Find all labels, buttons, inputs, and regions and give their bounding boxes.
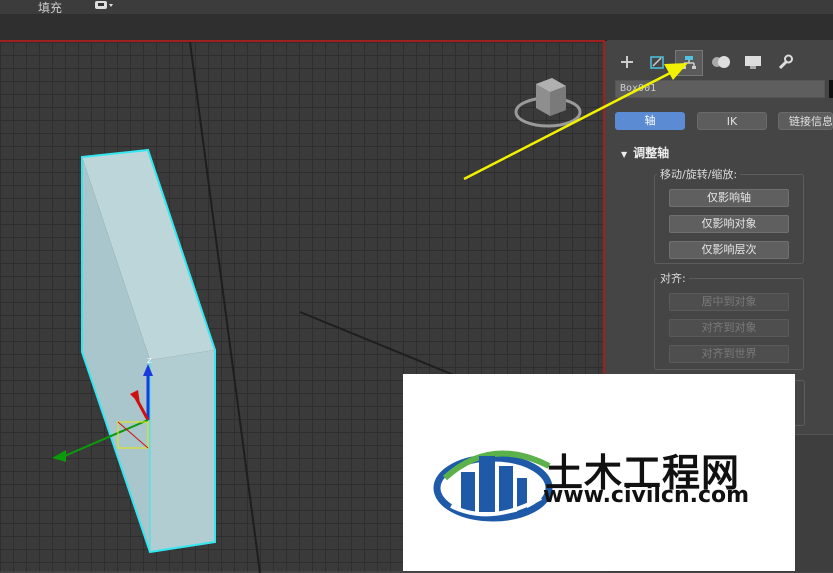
wrench-icon [777,54,793,73]
tab-motion[interactable] [707,50,735,76]
top-toolbar: 填充 [0,0,833,15]
plus-icon [619,54,635,73]
move-group-label: 移动/旋转/缩放: [657,166,741,182]
hierarchy-icon [681,54,697,73]
watermark-url: www.civilcn.com [543,483,750,508]
align-to-world-button[interactable]: 对齐到世界 [669,345,789,363]
watermark-overlay: 土木工程网 www.civilcn.com [403,374,795,571]
tab-utilities[interactable] [771,50,799,76]
motion-icon [711,54,731,73]
rollout-title: 调整轴 [633,146,670,160]
display-icon [744,54,762,73]
ik-button[interactable]: IK [697,112,767,130]
object-color-swatch[interactable] [829,80,833,98]
object-name-field[interactable]: Box001 [615,80,825,98]
viewcube[interactable] [514,78,582,128]
toolbar-strip [0,14,833,41]
tab-modify[interactable] [643,50,671,76]
tab-hierarchy[interactable] [675,50,703,76]
fill-dropdown[interactable] [93,0,115,11]
modify-icon [649,54,665,73]
align-group-label: 对齐: [657,270,689,286]
affect-hierarchy-only-button[interactable]: 仅影响层次 [669,241,789,259]
adjust-pivot-rollout-header[interactable]: ▼ 调整轴 [621,144,669,161]
tab-create[interactable] [613,50,641,76]
affect-pivot-only-button[interactable]: 仅影响轴 [669,189,789,207]
center-to-object-button[interactable]: 居中到对象 [669,293,789,311]
align-to-object-button[interactable]: 对齐到对象 [669,319,789,337]
tab-display[interactable] [739,50,767,76]
box-object[interactable] [81,148,216,554]
collapse-triangle-icon: ▼ [621,150,628,159]
gizmo-z-label: z [147,356,152,366]
link-info-button[interactable]: 链接信息 [778,112,833,130]
pivot-button[interactable]: 轴 [615,112,685,130]
affect-object-only-button[interactable]: 仅影响对象 [669,215,789,233]
